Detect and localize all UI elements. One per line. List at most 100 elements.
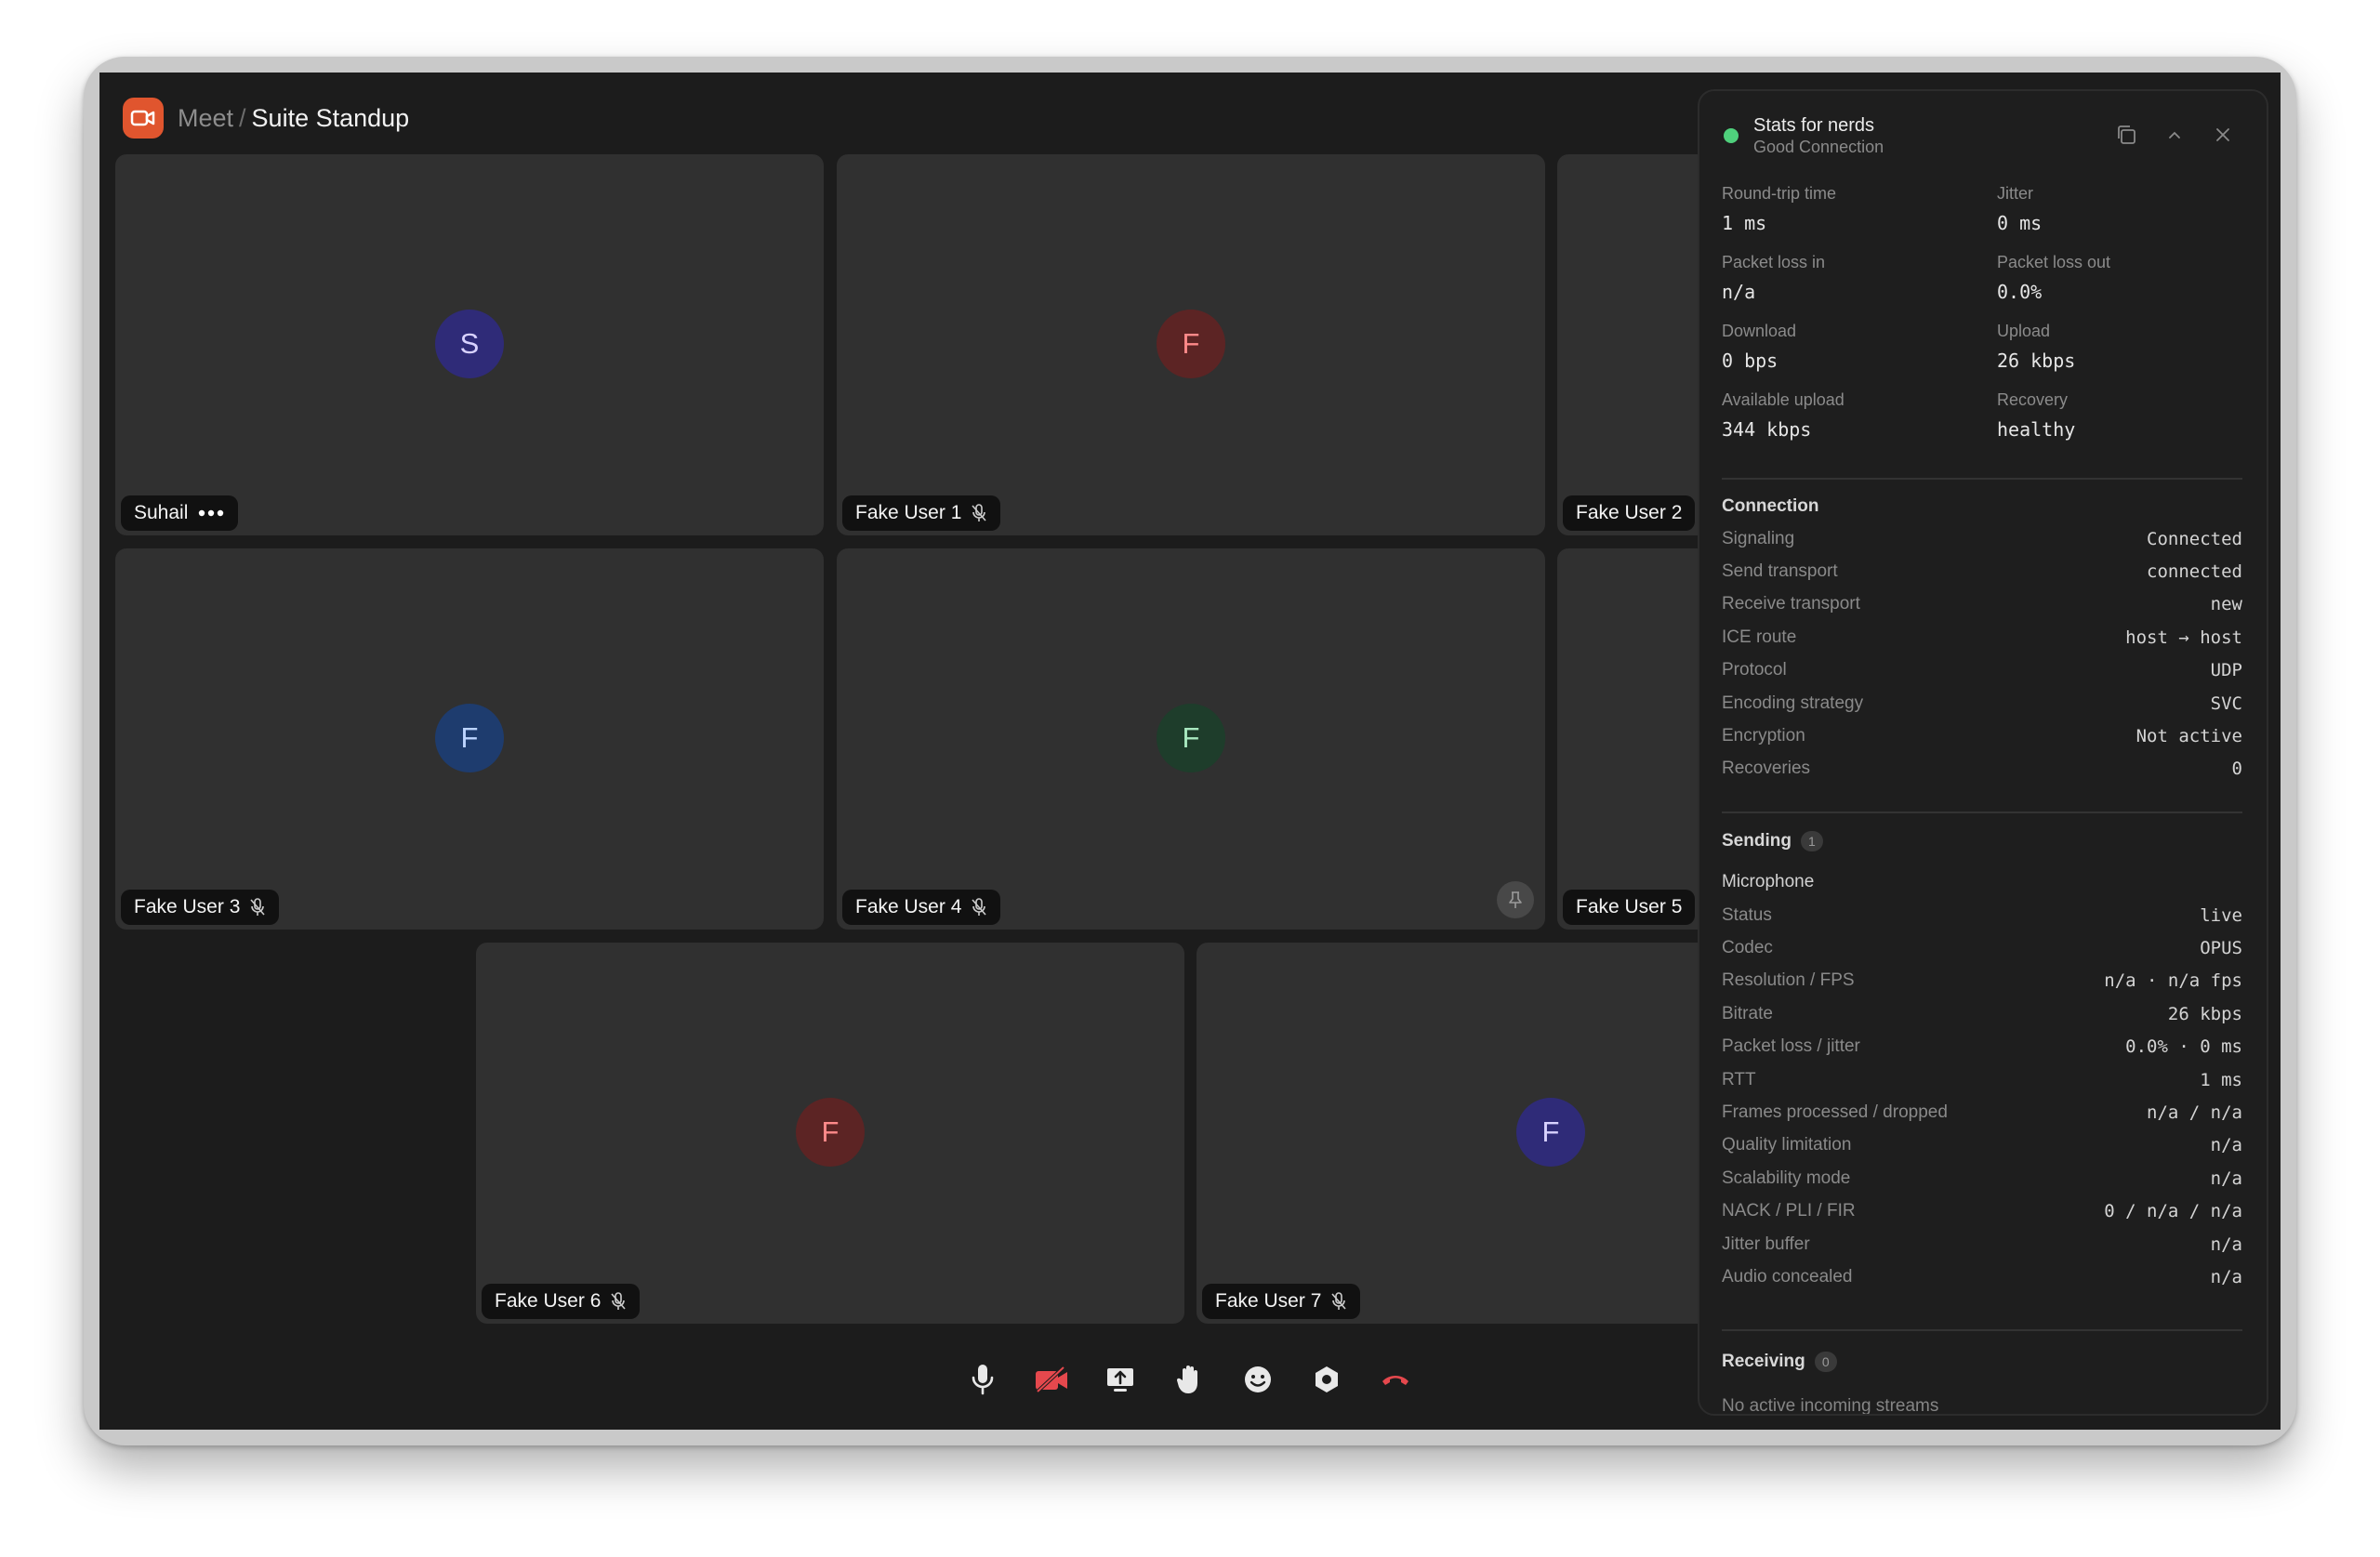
kv-row: Scalability mode n/a	[1722, 1168, 2242, 1189]
call-controls	[964, 1353, 1414, 1405]
participant-tile[interactable]: F Fake User 4	[837, 548, 1545, 930]
stat-packet-loss-in: Packet loss in n/a	[1722, 253, 1826, 303]
avatar: F	[435, 704, 504, 772]
receiving-count-badge: 0	[1814, 1352, 1837, 1372]
sending-stream-title: Microphone	[1722, 872, 1815, 891]
header: Meet / Suite Standup	[123, 98, 409, 139]
sending-section-title: Sending 1	[1722, 831, 1823, 851]
connection-status-dot	[1724, 128, 1739, 143]
emoji-icon	[1245, 1366, 1271, 1392]
mic-off-icon	[249, 898, 266, 917]
mic-off-icon	[971, 504, 987, 522]
connection-section-title: Connection	[1722, 496, 1819, 516]
participant-tile[interactable]: F Fake User 3	[115, 548, 824, 930]
participant-name: Fake User 5	[1576, 896, 1683, 917]
settings-button[interactable]	[1308, 1361, 1345, 1398]
kv-row: Send transport connected	[1722, 561, 2242, 583]
stat-round-trip: Round-trip time 1 ms	[1722, 184, 1837, 234]
participant-name: Suhail	[134, 502, 189, 523]
avatar: F	[796, 1098, 865, 1167]
participant-name: Fake User 1	[855, 502, 962, 523]
breadcrumb-root[interactable]: Meet	[178, 104, 233, 133]
close-button[interactable]	[2211, 123, 2235, 147]
name-tag: Fake User 6	[482, 1284, 641, 1319]
stats-title: Stats for nerds	[1753, 115, 1875, 136]
breadcrumb-separator: /	[239, 103, 246, 132]
receiving-empty-text: No active incoming streams	[1722, 1396, 1939, 1416]
stat-packet-loss-out: Packet loss out 0.0%	[1997, 253, 2111, 303]
kv-row: Codec OPUS	[1722, 938, 2242, 959]
divider	[1722, 811, 2242, 813]
hang-up-icon	[1382, 1376, 1408, 1385]
mic-off-icon	[971, 898, 987, 917]
participant-tile[interactable]: F Fake User 6	[476, 943, 1184, 1324]
share-screen-button[interactable]	[1102, 1361, 1139, 1398]
raise-hand-icon	[1176, 1366, 1197, 1393]
kv-row: Encoding strategy SVC	[1722, 693, 2242, 714]
reactions-button[interactable]	[1239, 1361, 1276, 1398]
receiving-section-title: Receiving 0	[1722, 1352, 1837, 1372]
kv-row: Bitrate 26 kbps	[1722, 1003, 2242, 1024]
divider	[1722, 478, 2242, 480]
kv-row: Packet loss / jitter 0.0% · 0 ms	[1722, 1036, 2242, 1058]
avatar: F	[1157, 310, 1225, 378]
kv-row: Jitter buffer n/a	[1722, 1234, 2242, 1255]
stat-jitter: Jitter 0 ms	[1997, 184, 2043, 234]
kv-row: Audio concealed n/a	[1722, 1266, 2242, 1287]
kv-row: Quality limitation n/a	[1722, 1135, 2242, 1156]
collapse-button[interactable]	[2162, 123, 2187, 147]
connection-status-text: Good Connection	[1753, 138, 1884, 156]
name-tag: Fake User 2	[1563, 495, 1696, 531]
avatar: F	[1516, 1098, 1585, 1167]
stat-recovery: Recovery healthy	[1997, 390, 2076, 441]
name-tag: Fake User 3	[121, 890, 280, 925]
raise-hand-button[interactable]	[1170, 1361, 1208, 1398]
stats-header: Stats for nerds Good Connection	[1724, 113, 2248, 160]
participant-name: Fake User 3	[134, 896, 241, 917]
microphone-icon	[972, 1365, 994, 1395]
participant-tile[interactable]: F Fake User 1	[837, 154, 1545, 535]
kv-row: ICE route host → host	[1722, 627, 2242, 648]
microphone-button[interactable]	[964, 1361, 1001, 1398]
name-tag: Suhail	[121, 495, 239, 531]
mic-off-icon	[610, 1292, 627, 1311]
avatar: F	[1157, 704, 1225, 772]
stat-available-upload: Available upload 344 kbps	[1722, 390, 1844, 441]
kv-row: Signaling Connected	[1722, 528, 2242, 549]
name-tag: Fake User 4	[842, 890, 1001, 925]
sending-count-badge: 1	[1800, 831, 1823, 851]
participant-name: Fake User 7	[1215, 1290, 1322, 1312]
participant-tile[interactable]: S Suhail	[115, 154, 824, 535]
camera-toggle-button[interactable]	[1033, 1361, 1070, 1398]
kv-row: NACK / PLI / FIR 0 / n/a / n/a	[1722, 1201, 2242, 1222]
name-tag: Fake User 7	[1202, 1284, 1361, 1319]
kv-row: RTT 1 ms	[1722, 1069, 2242, 1090]
kv-row: Encryption Not active	[1722, 726, 2242, 747]
copy-button[interactable]	[2114, 123, 2138, 147]
more-options-icon[interactable]	[197, 508, 225, 518]
name-tag: Fake User 5	[1563, 890, 1696, 925]
settings-icon	[1316, 1366, 1338, 1392]
avatar: S	[435, 310, 504, 378]
camera-off-icon	[1036, 1366, 1067, 1393]
pin-button[interactable]	[1497, 881, 1534, 918]
meeting-title: Suite Standup	[251, 103, 410, 132]
leave-call-button[interactable]	[1377, 1361, 1414, 1398]
copy-icon	[2118, 125, 2135, 144]
pin-icon	[1509, 891, 1522, 908]
meet-app: Meet / Suite Standup S Suhail F Fake Use…	[99, 73, 2281, 1430]
chevron-up-icon	[2169, 131, 2180, 139]
kv-row: Resolution / FPS n/a · n/a fps	[1722, 970, 2242, 992]
sending-list: Status live Codec OPUS Resolution / FPS n/a…	[1722, 899, 2242, 1294]
kv-row: Receive transport new	[1722, 594, 2242, 615]
participant-name: Fake User 6	[495, 1290, 602, 1312]
kv-row: Frames processed / dropped n/a / n/a	[1722, 1102, 2242, 1124]
meet-logo-icon	[123, 98, 164, 139]
stats-summary: Round-trip time 1 ms Jitter 0 ms Packet lo…	[1722, 184, 2242, 441]
stat-upload: Upload 26 kbps	[1997, 322, 2076, 372]
divider	[1722, 1329, 2242, 1331]
connection-list: Signaling Connected Send transport connect…	[1722, 522, 2242, 785]
mic-off-icon	[1330, 1292, 1347, 1311]
close-icon	[2216, 128, 2229, 141]
name-tag: Fake User 1	[842, 495, 1001, 531]
